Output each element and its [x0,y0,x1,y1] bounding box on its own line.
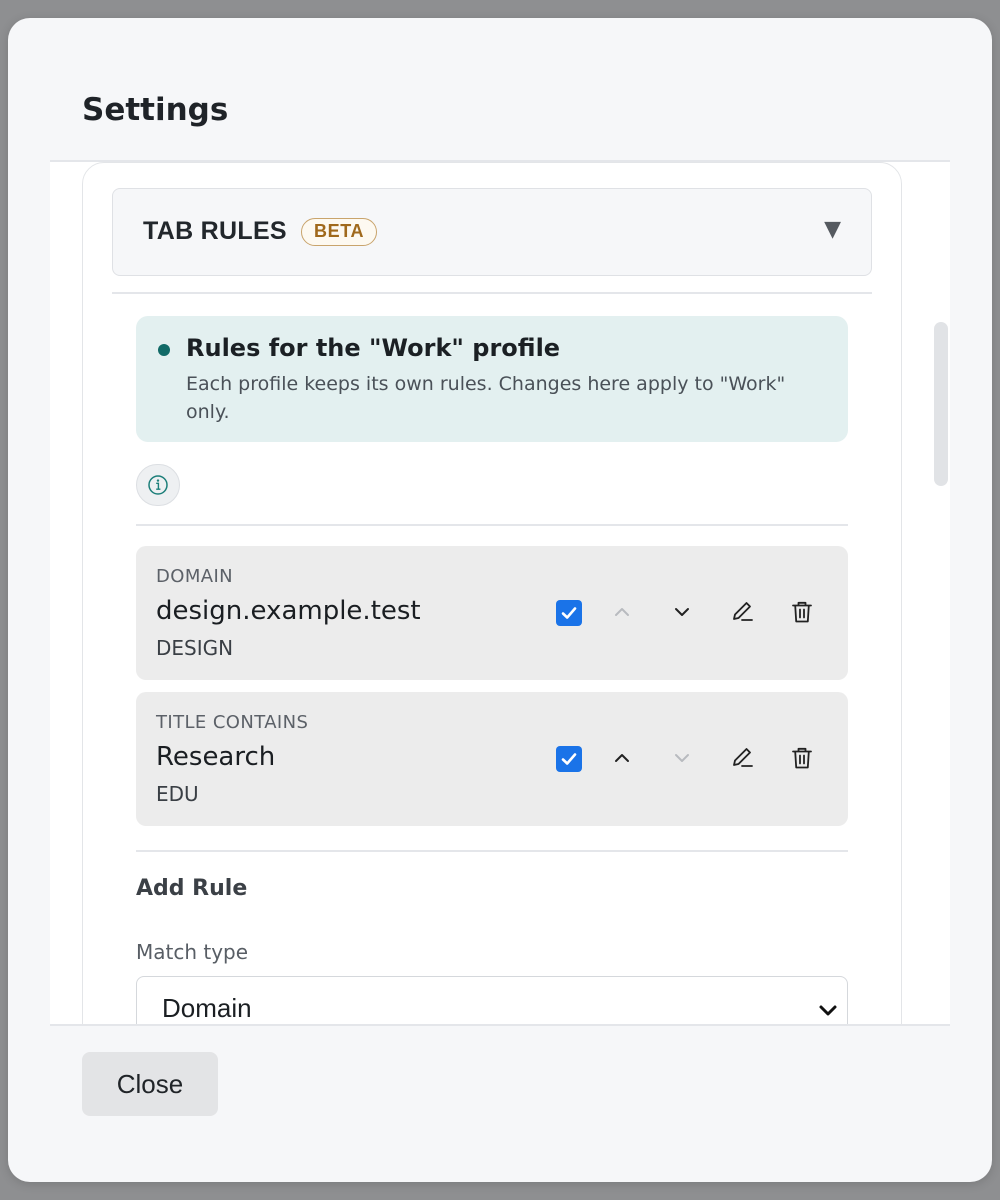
section-title: TAB RULES [143,217,287,245]
notice-divider [136,524,848,526]
trash-icon [792,601,812,623]
rule-group-name: DESIGN [156,636,234,660]
beta-badge: BETA [301,218,378,246]
match-type-label: Match type [136,940,249,964]
info-button[interactable] [136,464,180,506]
match-type-value: Domain [162,993,252,1023]
chevron-down-icon [675,608,689,616]
chevron-up-icon [615,754,629,762]
notice-body: Each profile keeps its own rules. Change… [186,373,786,423]
checkmark-icon [561,753,577,765]
move-down-button[interactable] [666,596,698,628]
move-down-button[interactable] [666,742,698,774]
match-type-select[interactable]: Domain [136,976,848,1024]
add-rule-heading: Add Rule [136,876,248,901]
settings-dialog: Settings TAB RULES BETA ▼ Rules for the … [8,18,992,1182]
rule-match-type: TITLE CONTAINS [156,712,309,733]
edit-rule-button[interactable] [726,596,758,628]
checkmark-icon [561,607,577,619]
rule-enabled-checkbox[interactable] [556,600,582,626]
move-up-button[interactable] [606,596,638,628]
chevron-up-icon [615,608,629,616]
rule-card: TITLE CONTAINS Research EDU [136,692,848,826]
status-dot-icon [158,344,170,356]
rule-enabled-checkbox[interactable] [556,746,582,772]
dialog-title: Settings [82,92,229,128]
rule-match-type: DOMAIN [156,566,234,587]
delete-rule-button[interactable] [786,742,818,774]
delete-rule-button[interactable] [786,596,818,628]
trash-icon [792,747,812,769]
section-divider [112,292,872,294]
tab-rules-section-header[interactable]: TAB RULES BETA ▼ [112,188,872,276]
chevron-down-icon [815,997,841,1024]
triangle-down-icon[interactable]: ▼ [824,217,841,242]
pencil-icon [733,748,753,767]
scrollbar-thumb[interactable] [934,322,948,486]
profile-notice: Rules for the "Work" profile Each profil… [136,316,848,442]
rule-card: DOMAIN design.example.test DESIGN [136,546,848,680]
rule-pattern: design.example.test [156,596,421,626]
chevron-down-icon [675,754,689,762]
settings-scroll-area[interactable]: TAB RULES BETA ▼ Rules for the "Work" pr… [50,160,950,1026]
rule-pattern: Research [156,742,276,772]
move-up-button[interactable] [606,742,638,774]
edit-rule-button[interactable] [726,742,758,774]
info-icon [148,475,168,495]
rule-group-name: EDU [156,782,199,806]
notice-title: Rules for the "Work" profile [186,334,561,362]
pencil-icon [733,602,753,621]
rules-divider [136,850,848,852]
close-button[interactable]: Close [82,1052,218,1116]
